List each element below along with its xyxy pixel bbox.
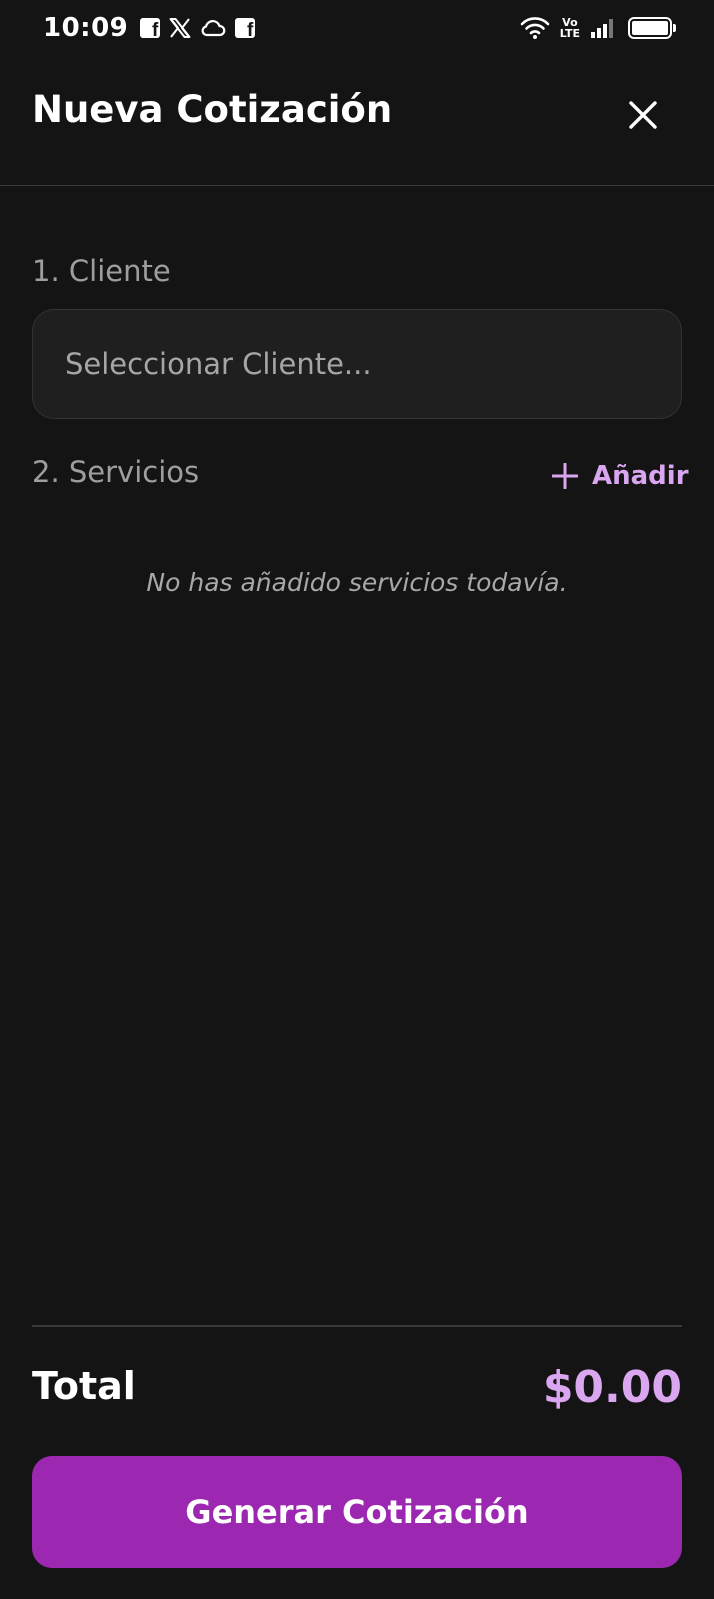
plus-icon	[552, 463, 578, 489]
status-time: 10:09	[43, 13, 129, 43]
status-right: Vo LTE	[520, 16, 676, 40]
battery-icon	[628, 17, 676, 39]
close-icon	[629, 101, 657, 129]
client-select-placeholder: Seleccionar Cliente...	[65, 347, 372, 381]
client-select[interactable]: Seleccionar Cliente...	[32, 309, 682, 419]
x-icon	[169, 18, 191, 38]
generate-quote-button[interactable]: Generar Cotización	[32, 1456, 682, 1568]
volte-bottom: LTE	[559, 27, 580, 40]
facebook-icon: f	[235, 18, 256, 38]
add-service-button[interactable]: Añadir	[552, 454, 689, 498]
status-bar: 10:09 f f Vo LTE	[0, 0, 714, 56]
signal-icon	[591, 19, 613, 38]
client-section-label: 1. Cliente	[32, 254, 171, 288]
notification-icons: f f	[140, 18, 256, 38]
empty-services-message: No has añadido servicios todavía.	[146, 568, 568, 597]
new-quote-screen: 10:09 f f Vo LTE Nueva Cotización 1. Cli…	[0, 0, 714, 1599]
header: Nueva Cotización	[0, 56, 714, 186]
facebook-icon: f	[140, 18, 161, 38]
add-service-label: Añadir	[592, 461, 689, 491]
wifi-icon	[520, 17, 550, 39]
footer-divider	[32, 1325, 682, 1327]
volte-icon: Vo LTE	[560, 17, 580, 39]
battery-fill	[632, 21, 668, 35]
total-value: $0.00	[542, 1362, 682, 1413]
cloud-icon	[201, 20, 226, 37]
total-label: Total	[32, 1364, 136, 1408]
page-title: Nueva Cotización	[32, 88, 393, 131]
close-button[interactable]	[618, 90, 668, 140]
status-left: 10:09 f f	[43, 13, 256, 43]
services-section-label: 2. Servicios	[32, 455, 200, 489]
